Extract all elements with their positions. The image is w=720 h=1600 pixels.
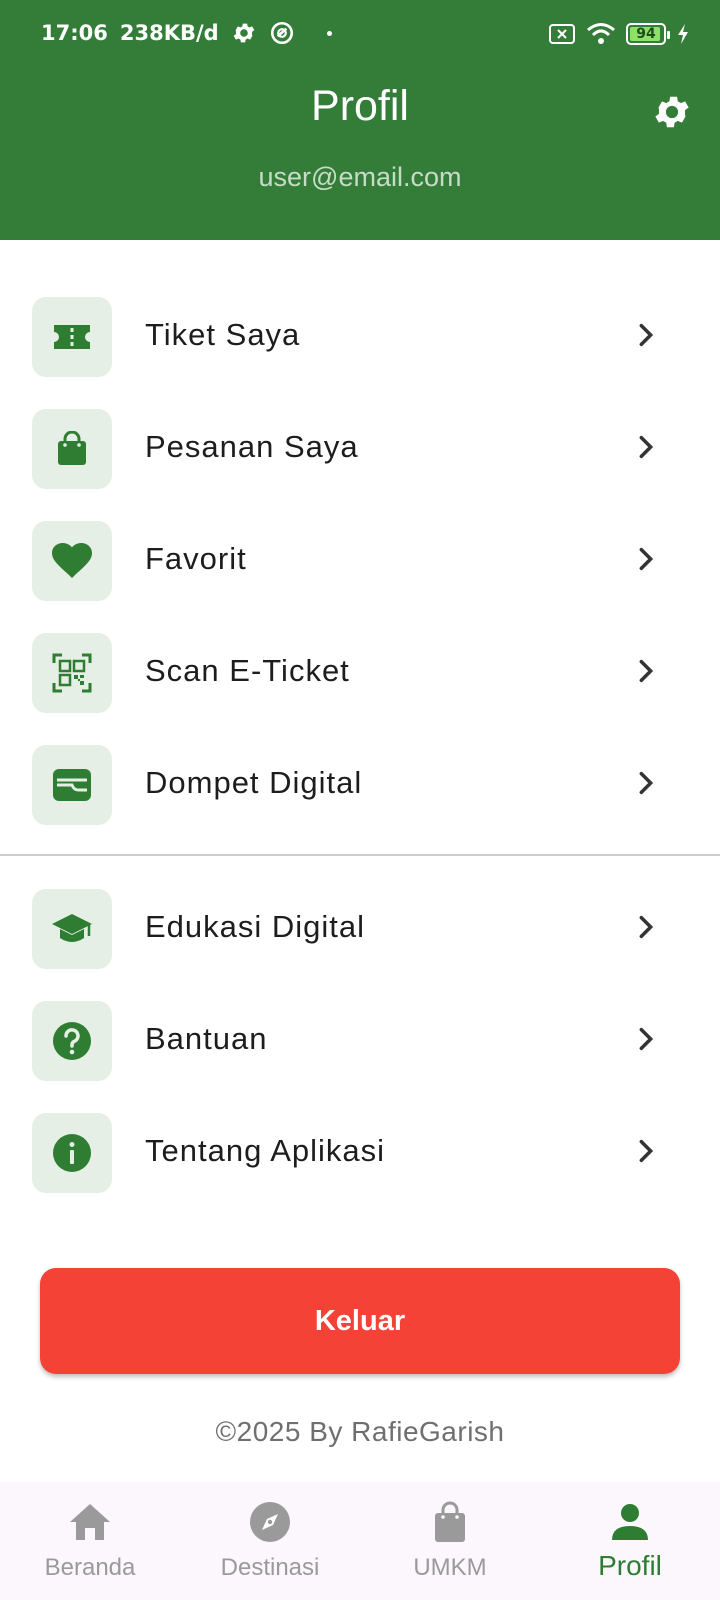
battery-level: 94 (636, 26, 656, 42)
wallet-icon (53, 769, 91, 801)
wifi-icon (587, 23, 615, 44)
ticket-icon (54, 325, 90, 349)
compass-icon (250, 1502, 290, 1542)
page-title: Profil (311, 82, 409, 130)
menu-icon-container (32, 633, 112, 713)
menu-item-label: Dompet Digital (145, 765, 363, 800)
section-divider (0, 854, 720, 856)
bottom-navigation: Beranda Destinasi UMKM Profil (0, 1482, 720, 1600)
help-icon (53, 1022, 91, 1060)
status-time: 17:06 (41, 21, 108, 45)
status-network-speed: 238KB/d (119, 21, 219, 45)
person-icon (612, 1504, 648, 1540)
menu-item-dompet-digital[interactable]: Dompet Digital (0, 731, 720, 835)
nav-item-profil[interactable]: Profil (540, 1482, 720, 1600)
menu-item-bantuan[interactable]: Bantuan (0, 987, 720, 1091)
nav-item-beranda[interactable]: Beranda (0, 1482, 180, 1600)
battery-cap (667, 31, 670, 39)
nav-label: Destinasi (220, 1554, 320, 1581)
notification-dot (326, 30, 332, 36)
menu-item-tentang-aplikasi[interactable]: Tentang Aplikasi (0, 1099, 720, 1203)
menu-icon-container (32, 889, 112, 969)
menu-icon-container (32, 521, 112, 601)
home-icon (70, 1504, 110, 1540)
chevron-right-icon (639, 547, 654, 571)
menu-item-edukasi-digital[interactable]: Edukasi Digital (0, 875, 720, 979)
menu-icon-container (32, 297, 112, 377)
logout-button[interactable]: Keluar (40, 1268, 680, 1374)
menu-icon-container (32, 1113, 112, 1193)
nav-item-destinasi[interactable]: Destinasi (180, 1482, 360, 1600)
nav-label: UMKM (413, 1554, 487, 1581)
gear-icon (655, 96, 689, 128)
nav-label: Profil (598, 1550, 662, 1581)
menu-icon-container (32, 409, 112, 489)
qr-code-icon (52, 653, 92, 693)
menu-icon-container (32, 745, 112, 825)
chevron-right-icon (639, 1027, 654, 1051)
menu-item-label: Bantuan (145, 1021, 268, 1056)
menu-icon-container (32, 1001, 112, 1081)
menu-item-favorit[interactable]: Favorit (0, 507, 720, 611)
nav-item-umkm[interactable]: UMKM (360, 1482, 540, 1600)
user-email: user@email.com (258, 162, 462, 192)
menu-item-label: Scan E-Ticket (145, 653, 350, 688)
chevron-right-icon (639, 323, 654, 347)
menu-item-scan-e-ticket[interactable]: Scan E-Ticket (0, 619, 720, 723)
graduation-cap-icon (52, 914, 92, 942)
copyright-text: ©2025 By RafieGarish (215, 1416, 505, 1447)
settings-button[interactable] (648, 88, 696, 136)
nav-label: Beranda (44, 1554, 136, 1581)
chevron-right-icon (639, 659, 654, 683)
app-header: 17:06 238KB/d 94 Profil user@email.com (0, 0, 720, 240)
status-left: 17:06 238KB/d (41, 20, 332, 46)
info-icon (53, 1134, 91, 1172)
no-sim-icon (549, 24, 575, 44)
status-bar: 17:06 238KB/d 94 (0, 0, 720, 70)
menu-item-label: Edukasi Digital (145, 909, 366, 944)
shopping-bag-icon (435, 1501, 465, 1542)
charging-bolt-icon (678, 24, 688, 44)
chevron-right-icon (639, 771, 654, 795)
status-right: 94 (548, 22, 690, 46)
chevron-right-icon (639, 435, 654, 459)
shopping-bag-icon (58, 431, 86, 465)
menu-item-label: Tiket Saya (145, 317, 301, 352)
menu-item-label: Tentang Aplikasi (145, 1133, 386, 1168)
menu-item-label: Favorit (145, 541, 247, 576)
heart-icon (52, 543, 92, 578)
chevron-right-icon (639, 915, 654, 939)
battery-indicator: 94 (626, 23, 670, 45)
gear-icon (233, 23, 254, 43)
menu-item-tiket-saya[interactable]: Tiket Saya (0, 283, 720, 387)
menu-item-label: Pesanan Saya (145, 429, 359, 464)
menu-item-pesanan-saya[interactable]: Pesanan Saya (0, 395, 720, 499)
at-sync-icon (270, 21, 293, 45)
chevron-right-icon (639, 1139, 654, 1163)
